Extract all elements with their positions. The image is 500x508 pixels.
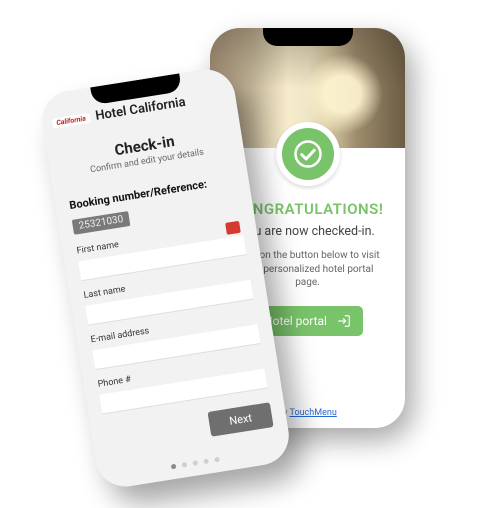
- booking-value: 25321030: [72, 211, 131, 235]
- pager-dot[interactable]: [170, 464, 176, 470]
- pager-dot[interactable]: [214, 457, 220, 463]
- pager-dot[interactable]: [203, 459, 209, 465]
- pager-dot[interactable]: [192, 460, 198, 466]
- hotel-logo: California: [52, 112, 91, 128]
- pager-dot[interactable]: [181, 462, 187, 468]
- checkmark-icon: [293, 139, 323, 169]
- booking-label: Booking number/Reference:: [68, 173, 235, 212]
- next-button[interactable]: Next: [208, 402, 274, 437]
- checkmark-badge: [276, 122, 340, 186]
- login-icon: [337, 314, 351, 328]
- phone-notch: [263, 28, 353, 46]
- required-badge-icon: [225, 221, 241, 235]
- next-button-label: Next: [228, 411, 253, 427]
